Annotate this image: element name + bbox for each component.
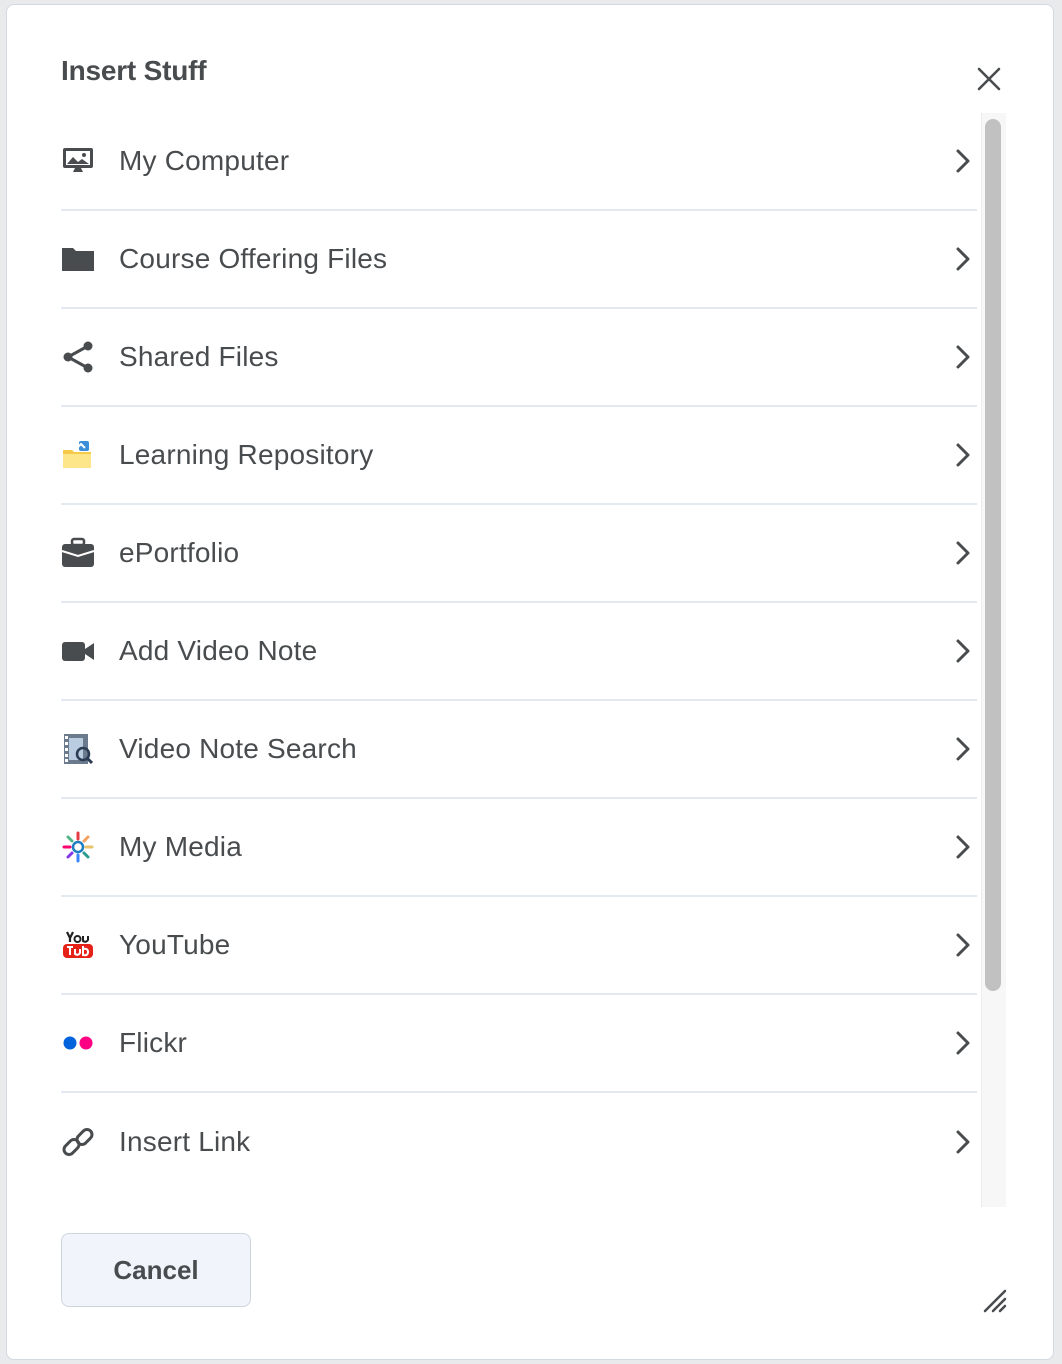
list-item-label: My Media bbox=[119, 831, 242, 862]
chevron-right-icon bbox=[956, 933, 970, 957]
share-icon bbox=[61, 340, 95, 374]
video-search-icon bbox=[61, 732, 95, 766]
list-item-my-computer[interactable]: My Computer bbox=[61, 113, 977, 211]
list-item-learning-repository[interactable]: Learning Repository bbox=[61, 407, 977, 505]
dialog-title: Insert Stuff bbox=[61, 55, 207, 86]
list-item-youtube[interactable]: YouTube bbox=[61, 897, 977, 995]
close-icon bbox=[977, 67, 1001, 91]
scrollbar-thumb[interactable] bbox=[985, 119, 1001, 991]
chevron-right-icon bbox=[956, 345, 970, 369]
list-item-insert-link[interactable]: Insert Link bbox=[61, 1093, 977, 1191]
briefcase-icon bbox=[61, 536, 95, 570]
insert-stuff-dialog: Insert Stuff My Computer Course Offering… bbox=[6, 4, 1054, 1360]
chevron-right-icon bbox=[956, 1130, 970, 1154]
computer-icon bbox=[61, 144, 95, 178]
repository-icon bbox=[61, 438, 95, 472]
list-item-label: YouTube bbox=[119, 929, 231, 960]
list-item-label: My Computer bbox=[119, 145, 290, 176]
youtube-icon bbox=[61, 928, 95, 962]
list-item-label: ePortfolio bbox=[119, 537, 240, 568]
flickr-icon bbox=[61, 1026, 95, 1060]
chevron-right-icon bbox=[956, 247, 970, 271]
list-item-flickr[interactable]: Flickr bbox=[61, 995, 977, 1093]
close-button[interactable] bbox=[969, 59, 1009, 99]
list-item-eportfolio[interactable]: ePortfolio bbox=[61, 505, 977, 603]
chevron-right-icon bbox=[956, 541, 970, 565]
chevron-right-icon bbox=[956, 639, 970, 663]
list-item-course-offering-files[interactable]: Course Offering Files bbox=[61, 211, 977, 309]
chevron-right-icon bbox=[956, 737, 970, 761]
link-icon bbox=[61, 1125, 95, 1159]
list-item-label: Course Offering Files bbox=[119, 243, 388, 274]
list-item-label: Flickr bbox=[119, 1027, 188, 1058]
chevron-right-icon bbox=[956, 835, 970, 859]
list-item-my-media[interactable]: My Media bbox=[61, 799, 977, 897]
chevron-right-icon bbox=[956, 149, 970, 173]
chevron-right-icon bbox=[956, 1031, 970, 1055]
list-item-label: Add Video Note bbox=[119, 635, 318, 666]
cancel-button[interactable]: Cancel bbox=[61, 1233, 251, 1307]
list-item-add-video-note[interactable]: Add Video Note bbox=[61, 603, 977, 701]
video-camera-icon bbox=[61, 634, 95, 668]
list-item-video-note-search[interactable]: Video Note Search bbox=[61, 701, 977, 799]
list-item-label: Video Note Search bbox=[119, 733, 357, 764]
list-item-label: Insert Link bbox=[119, 1126, 251, 1157]
list-item-shared-files[interactable]: Shared Files bbox=[61, 309, 977, 407]
resize-handle-icon[interactable] bbox=[981, 1287, 1009, 1315]
insert-source-list: My Computer Course Offering Files Shared… bbox=[61, 113, 977, 1207]
my-media-icon bbox=[61, 830, 95, 864]
folder-icon bbox=[61, 242, 95, 276]
chevron-right-icon bbox=[956, 443, 970, 467]
list-item-label: Shared Files bbox=[119, 341, 279, 372]
list-item-label: Learning Repository bbox=[119, 439, 374, 470]
